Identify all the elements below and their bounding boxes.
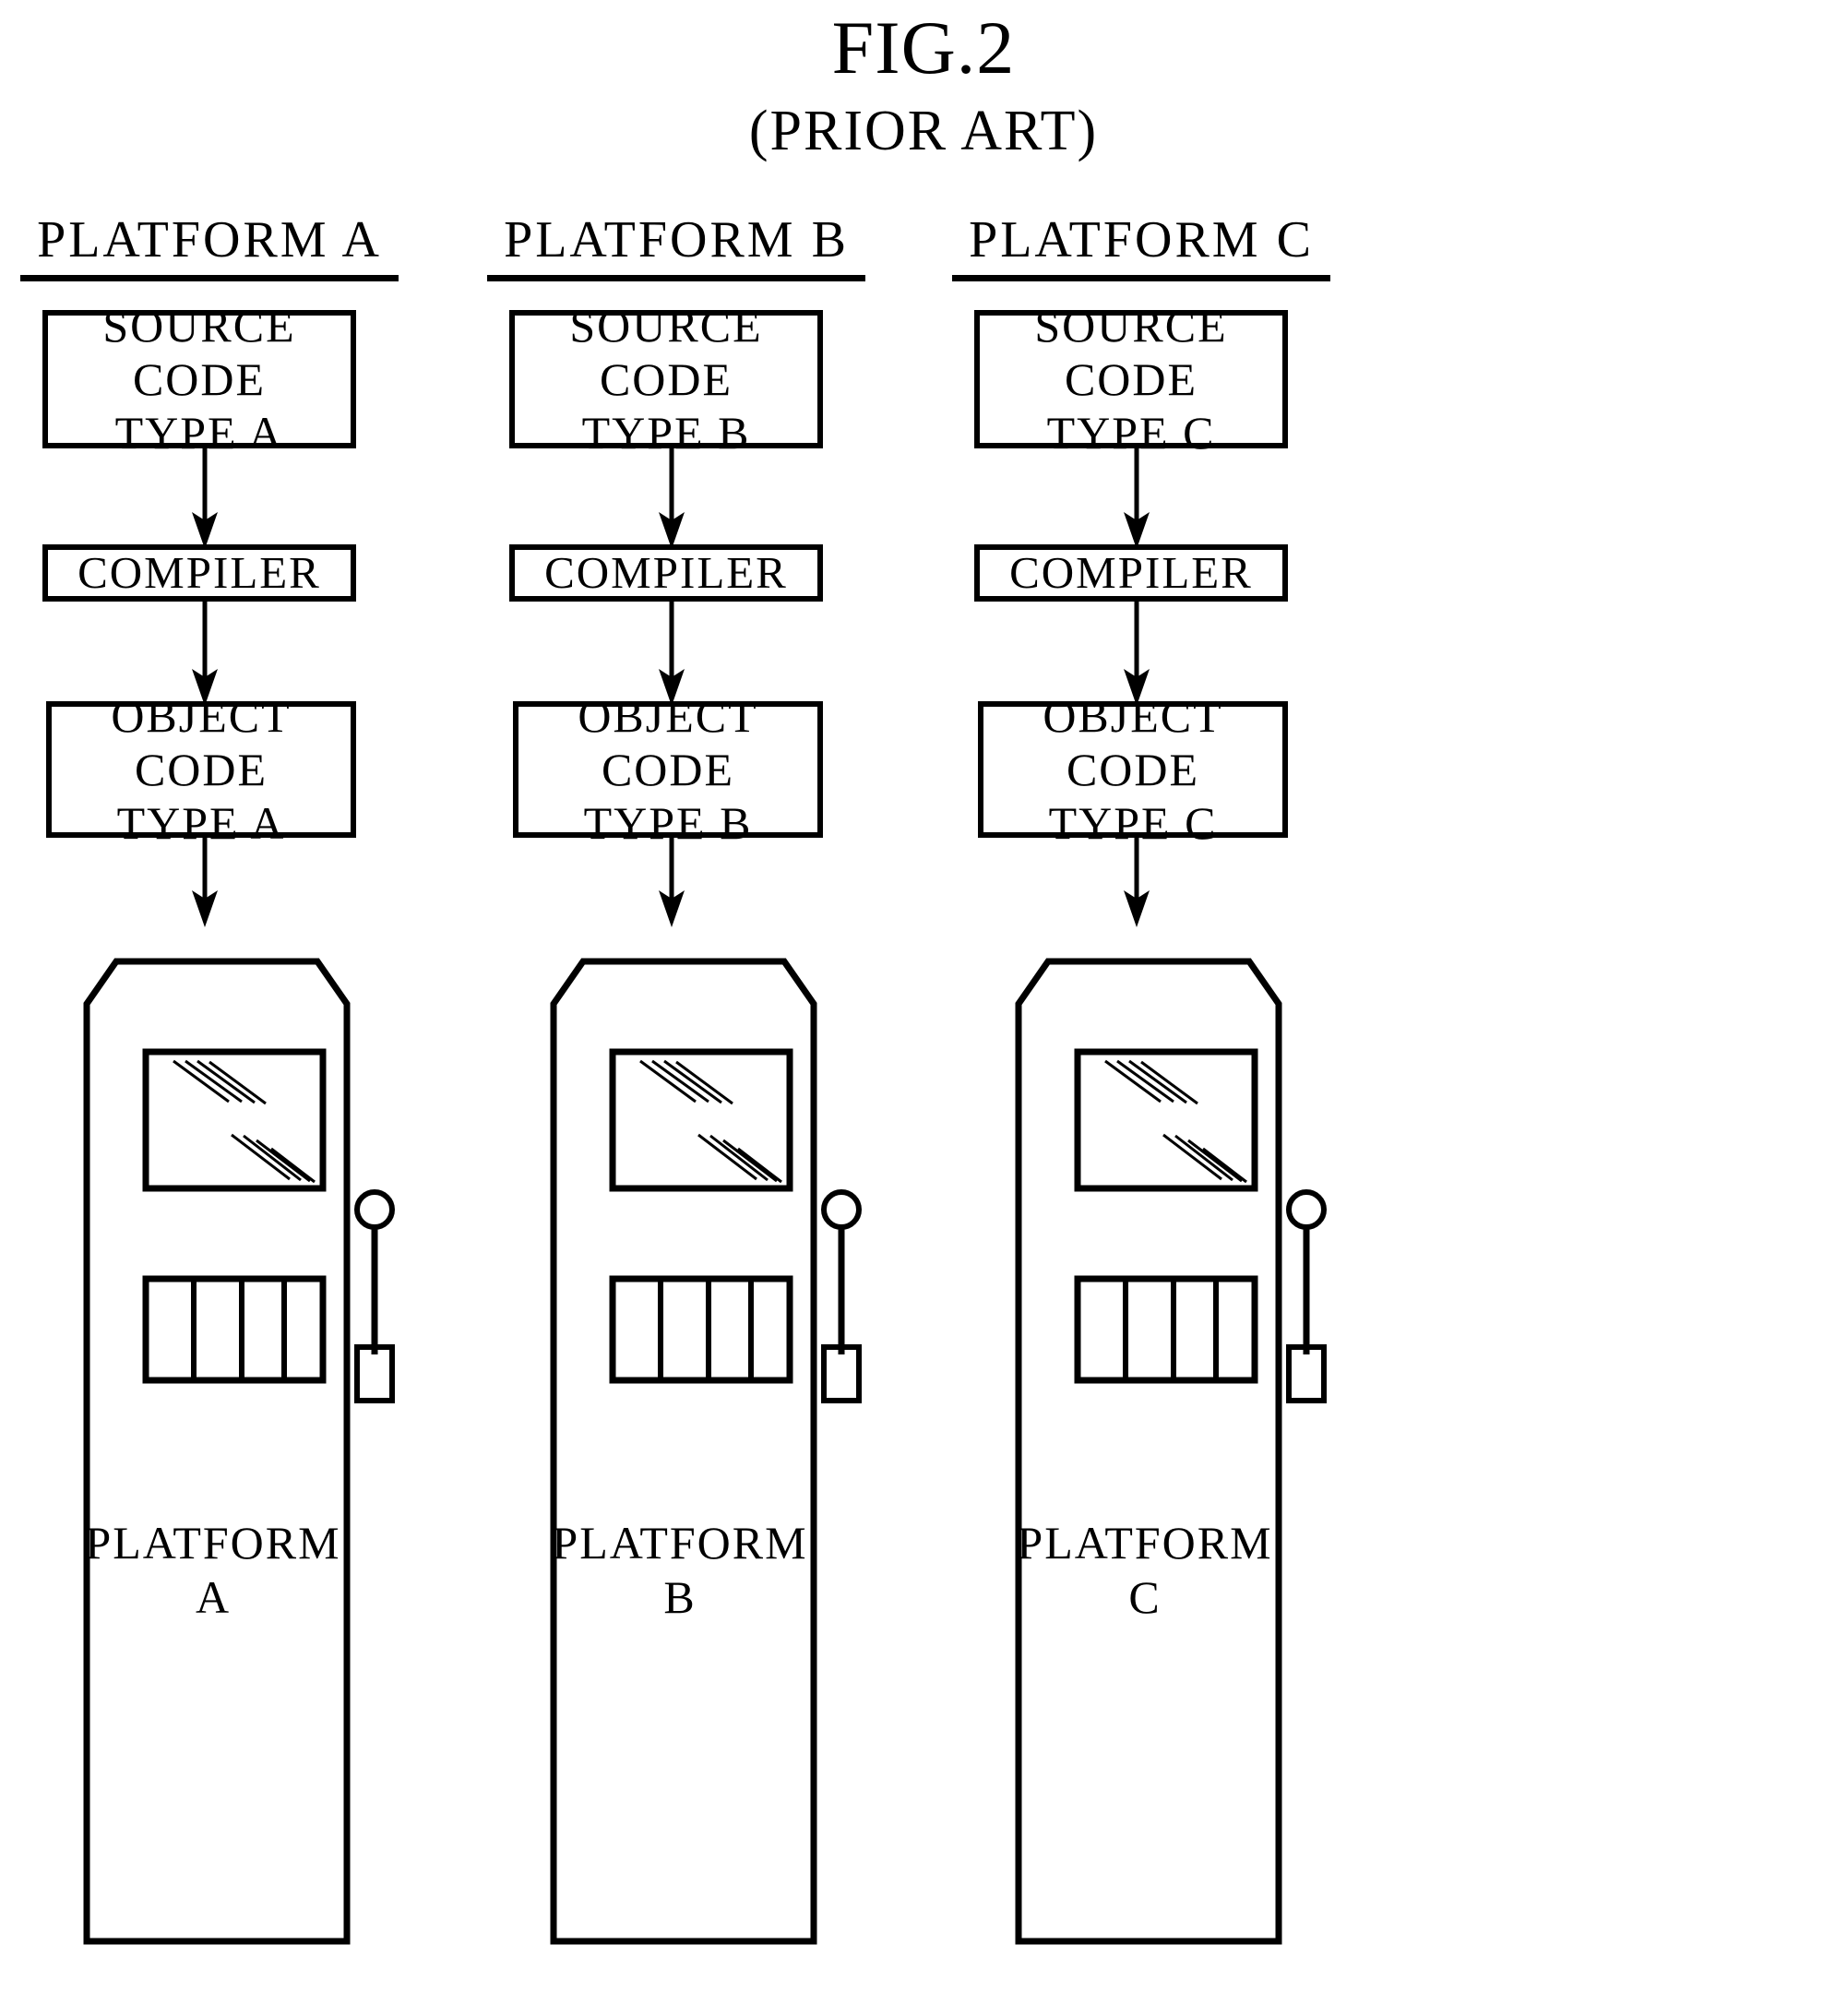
arrow-object-to-platform-b xyxy=(651,835,692,927)
arrow-source-to-compiler-b xyxy=(651,446,692,549)
source-code-line-1: SOURCE xyxy=(102,300,296,352)
object-code-box-b: OBJECT CODE TYPE B xyxy=(513,690,823,849)
pipeline-columns: PLATFORM A SOURCE CODE TYPE A COMPILER O… xyxy=(0,210,1847,2010)
object-code-line-2: CODE xyxy=(1066,744,1200,795)
arrow-object-to-platform-a xyxy=(185,835,225,927)
platform-device-c: PLATFORM C xyxy=(965,921,1334,1982)
figure-title-block: FIG.2 (PRIOR ART) xyxy=(0,9,1847,167)
compiler-box-c: COMPILER xyxy=(974,544,1288,602)
platform-heading-b: PLATFORM B xyxy=(487,210,865,281)
compiler-label: COMPILER xyxy=(77,546,321,598)
object-code-line-1: OBJECT xyxy=(111,690,292,742)
object-code-line-2: CODE xyxy=(601,744,735,795)
platform-device-a: PLATFORM A xyxy=(33,921,402,1982)
source-code-box-c: SOURCE CODE TYPE C xyxy=(974,300,1288,459)
source-code-box-b: SOURCE CODE TYPE B xyxy=(509,300,823,459)
figure-subtitle: (PRIOR ART) xyxy=(748,99,1099,162)
compiler-box-b: COMPILER xyxy=(509,544,823,602)
arrow-source-to-compiler-a xyxy=(185,446,225,549)
source-code-box-a: SOURCE CODE TYPE A xyxy=(42,300,356,459)
object-code-box-c: OBJECT CODE TYPE C xyxy=(978,690,1288,849)
platform-device-b: PLATFORM B xyxy=(500,921,869,1982)
object-code-line-1: OBJECT xyxy=(1043,690,1223,742)
compiler-label: COMPILER xyxy=(544,546,788,598)
source-code-line-1: SOURCE xyxy=(569,300,763,352)
object-code-line-2: CODE xyxy=(134,744,268,795)
compiler-label: COMPILER xyxy=(1009,546,1253,598)
arrow-object-to-platform-c xyxy=(1116,835,1157,927)
compiler-box-a: COMPILER xyxy=(42,544,356,602)
platform-heading-c: PLATFORM C xyxy=(952,210,1330,281)
arrow-source-to-compiler-c xyxy=(1116,446,1157,549)
pipeline-column-c: PLATFORM C SOURCE CODE TYPE C COMPILER O… xyxy=(952,210,1524,2010)
source-code-line-2: CODE xyxy=(599,353,733,405)
source-code-line-2: CODE xyxy=(1064,353,1198,405)
platform-heading-a: PLATFORM A xyxy=(20,210,399,281)
source-code-line-2: CODE xyxy=(132,353,267,405)
object-code-line-1: OBJECT xyxy=(578,690,758,742)
object-code-box-a: OBJECT CODE TYPE A xyxy=(46,690,356,849)
source-code-line-1: SOURCE xyxy=(1034,300,1228,352)
figure-title: FIG.2 xyxy=(831,6,1016,89)
